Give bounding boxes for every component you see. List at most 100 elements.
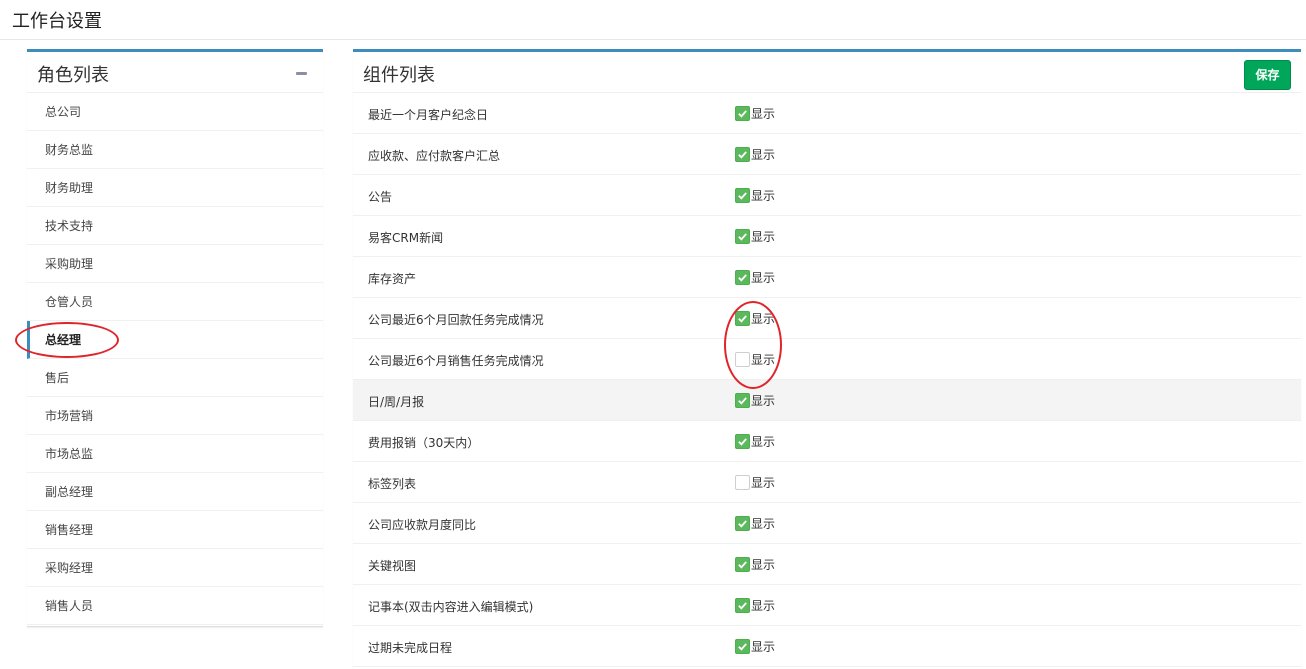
widget-row: 最近一个月客户纪念日 显示 — [353, 93, 1301, 134]
widget-name: 记事本(双击内容进入编辑模式) — [368, 600, 534, 614]
checkmark-icon — [738, 273, 747, 282]
show-label: 显示 — [751, 639, 776, 654]
role-item[interactable]: 市场总监 — [27, 435, 323, 473]
widget-row: 费用报销（30天内） 显示 — [353, 421, 1301, 462]
widget-name: 易客CRM新闻 — [368, 231, 444, 245]
widget-list-title: 组件列表 — [363, 65, 435, 86]
show-label: 显示 — [751, 188, 776, 203]
checkmark-icon — [738, 150, 747, 159]
show-checkbox[interactable] — [735, 556, 750, 572]
widget-row: 过期未完成日程 显示 — [353, 626, 1301, 667]
role-item[interactable]: 财务助理 — [27, 169, 323, 207]
show-toggle[interactable]: 显示 — [735, 228, 775, 244]
show-label: 显示 — [751, 311, 776, 326]
widget-row: 公告 显示 — [353, 175, 1301, 216]
show-checkbox[interactable] — [735, 638, 750, 654]
show-checkbox[interactable] — [735, 392, 750, 408]
show-checkbox[interactable] — [735, 597, 750, 613]
widget-row: 应收款、应付款客户汇总 显示 — [353, 134, 1301, 175]
widget-name: 费用报销（30天内） — [368, 436, 480, 450]
widget-row: 易客CRM新闻 显示 — [353, 216, 1301, 257]
role-item[interactable]: 采购经理 — [27, 549, 323, 587]
save-button[interactable]: 保存 — [1244, 60, 1291, 90]
widget-name: 公司最近6个月回款任务完成情况 — [368, 313, 544, 327]
checkmark-icon — [738, 109, 747, 118]
show-toggle[interactable]: 显示 — [735, 310, 775, 326]
show-label: 显示 — [751, 598, 776, 613]
checkmark-icon — [738, 437, 747, 446]
show-toggle[interactable]: 显示 — [735, 392, 775, 408]
role-list-title: 角色列表 — [37, 65, 109, 86]
role-item[interactable]: 总公司 — [27, 93, 323, 131]
role-item[interactable]: 销售人员 — [27, 587, 323, 625]
checkmark-icon — [738, 519, 747, 528]
show-checkbox[interactable] — [735, 310, 750, 326]
show-toggle[interactable]: 显示 — [735, 105, 775, 121]
show-toggle[interactable]: 显示 — [735, 474, 775, 490]
show-label: 显示 — [751, 352, 776, 367]
checkmark-icon — [738, 191, 747, 200]
show-toggle[interactable]: 显示 — [735, 597, 775, 613]
role-item[interactable]: 售后 — [27, 359, 323, 397]
show-checkbox[interactable] — [735, 433, 750, 449]
show-toggle[interactable]: 显示 — [735, 638, 775, 654]
show-label: 显示 — [751, 229, 776, 244]
show-checkbox[interactable] — [735, 474, 750, 490]
widget-name: 最近一个月客户纪念日 — [368, 108, 489, 122]
show-toggle[interactable]: 显示 — [735, 556, 775, 572]
role-item[interactable]: 采购助理 — [27, 245, 323, 283]
show-toggle[interactable]: 显示 — [735, 351, 775, 367]
role-list-header: 角色列表 — [27, 52, 323, 93]
checkmark-icon — [738, 396, 747, 405]
role-item[interactable]: 总经理 — [27, 321, 323, 359]
show-checkbox[interactable] — [735, 146, 750, 162]
widget-row: 日/周/月报 显示 — [353, 380, 1301, 421]
widget-row: 关键视图 显示 — [353, 544, 1301, 585]
role-item[interactable]: 仓管人员 — [27, 283, 323, 321]
role-item[interactable]: 市场营销 — [27, 397, 323, 435]
show-toggle[interactable]: 显示 — [735, 433, 775, 449]
widget-name: 公告 — [368, 190, 393, 204]
role-item[interactable]: 财务总监 — [27, 131, 323, 169]
widget-name: 日/周/月报 — [368, 395, 425, 409]
widget-row: 公司最近6个月回款任务完成情况 显示 — [353, 298, 1301, 339]
show-toggle[interactable]: 显示 — [735, 515, 775, 531]
checkmark-icon — [738, 560, 747, 569]
role-list: 总公司 财务总监 财务助理 技术支持 采购助理 仓管人员 总经理 售后 市场营销 市场总监 副总经理… — [27, 93, 323, 625]
show-label: 显示 — [751, 106, 776, 121]
role-item[interactable]: 销售经理 — [27, 511, 323, 549]
show-label: 显示 — [751, 270, 776, 285]
show-checkbox[interactable] — [735, 269, 750, 285]
widget-name: 公司应收款月度同比 — [368, 518, 477, 532]
show-label: 显示 — [751, 147, 776, 162]
show-toggle[interactable]: 显示 — [735, 146, 775, 162]
collapse-minus-icon[interactable] — [296, 72, 307, 75]
role-item[interactable]: 副总经理 — [27, 473, 323, 511]
show-label: 显示 — [751, 434, 776, 449]
widget-name: 库存资产 — [368, 272, 417, 286]
widget-list: 最近一个月客户纪念日 显示 应收款、应付款客户汇总 显示 公告 显示 易客CRM新闻 显示 库存… — [353, 93, 1301, 667]
widget-name: 应收款、应付款客户汇总 — [368, 149, 501, 163]
show-checkbox[interactable] — [735, 187, 750, 203]
checkmark-icon — [738, 601, 747, 610]
page-title: 工作台设置 — [12, 11, 102, 32]
page-header: 工作台设置 — [0, 0, 1306, 40]
role-item[interactable]: 技术支持 — [27, 207, 323, 245]
widget-list-header: 组件列表 保存 — [353, 52, 1301, 93]
show-checkbox[interactable] — [735, 515, 750, 531]
show-checkbox[interactable] — [735, 105, 750, 121]
show-checkbox[interactable] — [735, 228, 750, 244]
show-checkbox[interactable] — [735, 351, 750, 367]
widget-name: 公司最近6个月销售任务完成情况 — [368, 354, 544, 368]
widget-row: 公司最近6个月销售任务完成情况 显示 — [353, 339, 1301, 380]
show-label: 显示 — [751, 475, 776, 490]
widget-name: 过期未完成日程 — [368, 641, 453, 655]
widget-list-panel: 组件列表 保存 最近一个月客户纪念日 显示 应收款、应付款客户汇总 显示 公告 显示 易客C… — [353, 49, 1301, 669]
show-toggle[interactable]: 显示 — [735, 187, 775, 203]
widget-name: 标签列表 — [368, 477, 417, 491]
widget-row: 标签列表 显示 — [353, 462, 1301, 503]
widget-name: 关键视图 — [368, 559, 417, 573]
role-list-panel: 角色列表 总公司 财务总监 财务助理 技术支持 采购助理 仓管人员 总经理 售后 市场营销 市场总… — [27, 49, 323, 627]
show-label: 显示 — [751, 557, 776, 572]
show-toggle[interactable]: 显示 — [735, 269, 775, 285]
